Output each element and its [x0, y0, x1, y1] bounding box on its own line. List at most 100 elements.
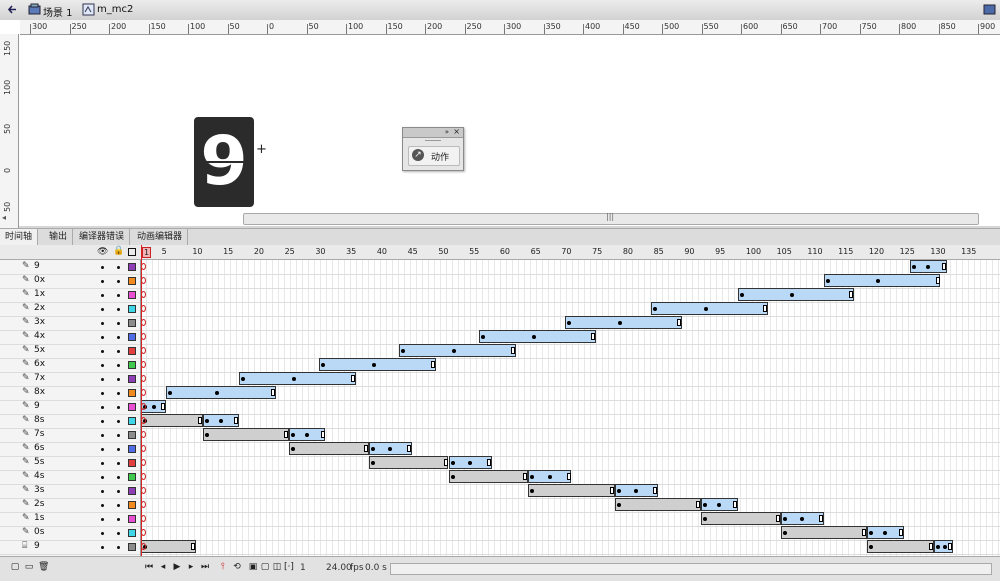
visibility-dot[interactable] — [101, 406, 104, 409]
layer-row[interactable]: ✎ 1s — [0, 512, 140, 527]
static-frame-span[interactable] — [866, 540, 935, 553]
outline-color-swatch[interactable] — [128, 487, 136, 495]
keyframe-dot[interactable] — [450, 461, 455, 465]
end-frame-marker[interactable] — [732, 501, 737, 508]
lock-dot[interactable] — [117, 378, 120, 381]
edit-multiple-frames-icon[interactable]: ◫ — [272, 562, 282, 572]
layer-name[interactable]: 9 — [34, 541, 40, 551]
go-first-frame-icon[interactable]: ⏮ — [144, 562, 154, 572]
end-frame-marker[interactable] — [443, 459, 448, 466]
keyframe-dot[interactable] — [204, 433, 209, 437]
lock-dot[interactable] — [117, 462, 120, 465]
lock-dot[interactable] — [117, 518, 120, 521]
layer-row[interactable]: ✎ 1x — [0, 288, 140, 303]
frame-row[interactable] — [141, 386, 1000, 401]
visibility-dot[interactable] — [101, 420, 104, 423]
frame-row[interactable] — [141, 400, 1000, 415]
frame-row[interactable] — [141, 456, 1000, 471]
outline-color-swatch[interactable] — [128, 515, 136, 523]
static-frame-span[interactable] — [288, 442, 369, 455]
keyframe-dot[interactable] — [290, 433, 295, 437]
property-keyframe-dot[interactable] — [704, 307, 709, 311]
lock-dot[interactable] — [117, 420, 120, 423]
layer-name[interactable]: 7x — [34, 373, 45, 383]
property-keyframe-dot[interactable] — [467, 461, 472, 465]
frame-row[interactable] — [141, 428, 1000, 443]
visibility-dot[interactable] — [101, 462, 104, 465]
frame-row[interactable] — [141, 442, 1000, 457]
layer-name[interactable]: 1x — [34, 289, 45, 299]
layer-name[interactable]: 4x — [34, 331, 45, 341]
keyframe-dot[interactable] — [290, 447, 295, 451]
layer-row[interactable]: ✎ 2x — [0, 302, 140, 317]
end-frame-marker[interactable] — [818, 515, 823, 522]
end-frame-marker[interactable] — [609, 487, 614, 494]
lock-dot[interactable] — [117, 308, 120, 311]
end-frame-marker[interactable] — [929, 543, 934, 550]
static-frame-span[interactable] — [528, 484, 615, 497]
motion-tween-span[interactable] — [479, 330, 597, 343]
frame-row[interactable] — [141, 316, 1000, 331]
end-frame-marker[interactable] — [431, 361, 436, 368]
lock-dot[interactable] — [117, 476, 120, 479]
layer-name[interactable]: 5x — [34, 345, 45, 355]
tab-compiler-errors[interactable]: 编译器错误 — [74, 229, 131, 245]
layer-row[interactable]: ⌸ 9 — [0, 540, 140, 555]
symbol-label[interactable]: m_mc2 — [97, 4, 133, 15]
step-back-icon[interactable]: ◂ — [158, 562, 168, 572]
lock-dot[interactable] — [117, 490, 120, 493]
actions-panel-collapsed[interactable]: » × ↗ 动作 — [402, 127, 464, 171]
outline-color-swatch[interactable] — [128, 347, 136, 355]
current-frame[interactable]: 1 — [300, 563, 306, 573]
layer-row[interactable]: ✎ 2s — [0, 498, 140, 513]
static-frame-span[interactable] — [368, 456, 449, 469]
layer-name[interactable]: 2x — [34, 303, 45, 313]
lock-dot[interactable] — [117, 280, 120, 283]
end-frame-marker[interactable] — [351, 375, 356, 382]
onion-outline-icon[interactable]: ▢ — [260, 562, 270, 572]
visibility-dot[interactable] — [101, 294, 104, 297]
end-frame-marker[interactable] — [511, 347, 516, 354]
layer-row[interactable]: ✎ 8x — [0, 386, 140, 401]
lock-dot[interactable] — [117, 336, 120, 339]
outline-color-swatch[interactable] — [128, 333, 136, 341]
end-frame-marker[interactable] — [566, 473, 571, 480]
visibility-dot[interactable] — [101, 378, 104, 381]
frames-grid[interactable] — [141, 260, 1000, 556]
keyframe-dot[interactable] — [868, 531, 873, 535]
end-frame-marker[interactable] — [591, 333, 596, 340]
outline-color-swatch[interactable] — [128, 529, 136, 537]
visibility-dot[interactable] — [101, 266, 104, 269]
static-frame-span[interactable] — [141, 414, 203, 427]
outline-color-swatch[interactable] — [128, 501, 136, 509]
layer-row[interactable]: ✎ 8s — [0, 414, 140, 429]
end-frame-marker[interactable] — [234, 417, 239, 424]
layer-name[interactable]: 4s — [34, 471, 44, 481]
frame-row[interactable] — [141, 484, 1000, 499]
delete-layer-icon[interactable]: 🗑 — [38, 562, 49, 572]
layer-row[interactable]: ✎ 3s — [0, 484, 140, 499]
frame-row[interactable] — [141, 512, 1000, 527]
layer-row[interactable]: ✎ 9 — [0, 400, 140, 415]
frame-row[interactable] — [141, 274, 1000, 289]
lock-dot[interactable] — [117, 434, 120, 437]
onion-skin-icon[interactable]: ▣ — [248, 562, 258, 572]
end-frame-marker[interactable] — [283, 431, 288, 438]
visibility-dot[interactable] — [101, 532, 104, 535]
visibility-dot[interactable] — [101, 546, 104, 549]
layer-row[interactable]: ✎ 5s — [0, 456, 140, 471]
stage-area[interactable]: 300 250 200 150 100 50 0 50 100 150 200 250 300 350 40… — [0, 20, 1000, 232]
lock-icon[interactable]: 🔒 — [113, 246, 124, 256]
lock-dot[interactable] — [117, 294, 120, 297]
end-frame-marker[interactable] — [271, 389, 276, 396]
outline-color-swatch[interactable] — [128, 389, 136, 397]
keyframe-dot[interactable] — [782, 517, 787, 521]
layer-name[interactable]: 3s — [34, 485, 44, 495]
actions-button[interactable]: ↗ 动作 — [408, 146, 460, 166]
stage-horizontal-scrollbar[interactable]: ||| — [243, 212, 979, 225]
visibility-dot[interactable] — [101, 350, 104, 353]
layer-name[interactable]: 0s — [34, 527, 44, 537]
tab-timeline[interactable]: 时间轴 — [0, 229, 39, 245]
layer-name[interactable]: 5s — [34, 457, 44, 467]
visibility-dot[interactable] — [101, 504, 104, 507]
